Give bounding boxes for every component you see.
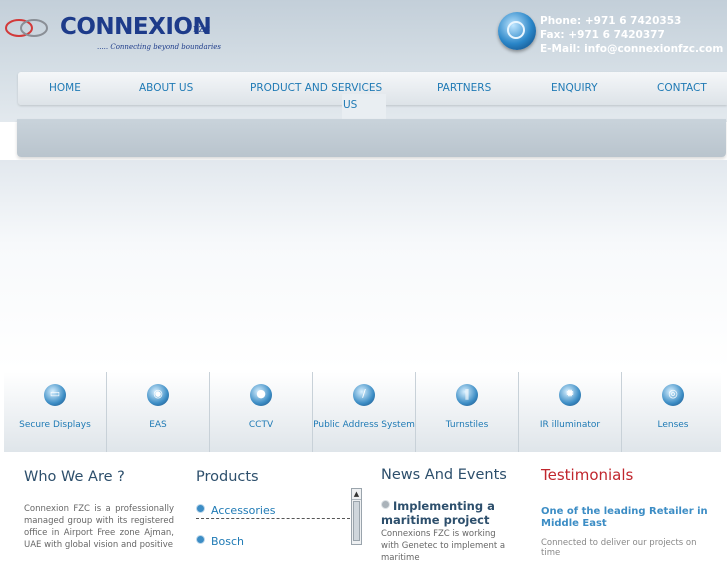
nav-about[interactable]: ABOUT US (139, 82, 193, 94)
category-cctv[interactable]: ● CCTV (210, 372, 313, 452)
eas-tag-icon: ◉ (147, 384, 169, 406)
news-text: Connexions FZC is working with Genetec t… (381, 529, 506, 563)
testimonial-sub: Connected to deliver our projects on tim… (541, 538, 697, 558)
scroll-thumb[interactable] (353, 501, 360, 541)
category-public-address[interactable]: / Public Address System (313, 372, 416, 452)
brand-suffix: FZC (193, 25, 211, 34)
category-label: EAS (149, 420, 167, 430)
header: CONNEXION FZC ..... Connecting beyond bo… (0, 0, 727, 122)
logo-rings-icon (5, 19, 48, 37)
globe-icon (498, 12, 536, 50)
ir-illuminator-icon: ✹ (559, 384, 581, 406)
product-item-accessories[interactable]: Accessories (196, 504, 275, 517)
turnstile-icon: ‖ (456, 384, 478, 406)
category-eas[interactable]: ◉ EAS (107, 372, 210, 452)
products-scrollbar[interactable]: ▲ (351, 488, 362, 545)
monitor-icon: ▭ (44, 384, 66, 406)
product-label: Bosch (211, 535, 245, 548)
divider (196, 518, 350, 519)
category-label: Turnstiles (445, 420, 489, 430)
product-item-bosch[interactable]: Bosch (196, 535, 244, 548)
brand-tagline: ..... Connecting beyond boundaries (97, 43, 221, 51)
nav-contact[interactable]: CONTACT (657, 82, 707, 94)
phone-text: Phone: +971 6 7420353 (540, 15, 682, 27)
news-headline[interactable]: Implementing a maritime project (381, 499, 521, 527)
lens-icon: ◎ (662, 384, 684, 406)
category-lenses[interactable]: ◎ Lenses (622, 372, 724, 452)
scroll-up-arrow-icon[interactable]: ▲ (352, 489, 361, 500)
category-label: Secure Displays (19, 420, 91, 430)
banner-bar (17, 119, 726, 157)
category-label: Lenses (657, 420, 689, 430)
nav-home[interactable]: HOME (49, 82, 81, 94)
testimonials-title: Testimonials (541, 466, 634, 484)
camera-icon: ● (250, 384, 272, 406)
brand-name[interactable]: CONNEXION (60, 14, 212, 40)
who-title: Who We Are ? (24, 469, 125, 485)
nav-products[interactable]: PRODUCT AND SERVICES (250, 82, 382, 94)
news-title: News And Events (381, 467, 507, 483)
who-text: Connexion FZC is a professionally manage… (24, 504, 174, 550)
product-label: Accessories (211, 504, 276, 517)
category-label: Public Address System (313, 420, 415, 430)
news-headline-text: Implementing a maritime project (381, 499, 495, 527)
category-turnstiles[interactable]: ‖ Turnstiles (416, 372, 519, 452)
submenu-item-us[interactable]: US (343, 99, 357, 111)
category-label: IR illuminator (539, 420, 601, 430)
microphone-icon: / (353, 384, 375, 406)
email-text[interactable]: E-Mail: info@connexionfzc.com (540, 43, 723, 55)
bullet-icon (196, 535, 205, 544)
bullet-icon (196, 504, 205, 513)
products-title: Products (196, 469, 259, 485)
nav-partners[interactable]: PARTNERS (437, 82, 491, 94)
testimonial-quote: One of the leading Retailer in Middle Ea… (541, 506, 708, 529)
category-strip: ▭ Secure Displays ◉ EAS ● CCTV / Public … (4, 372, 721, 452)
nav-enquiry[interactable]: ENQUIRY (551, 82, 598, 94)
fax-text: Fax: +971 6 7420377 (540, 29, 665, 41)
category-label: CCTV (248, 420, 274, 430)
bullet-icon (381, 500, 390, 509)
category-secure-displays[interactable]: ▭ Secure Displays (4, 372, 107, 452)
category-ir-illuminator[interactable]: ✹ IR illuminator (519, 372, 622, 452)
hero-area (0, 160, 727, 370)
